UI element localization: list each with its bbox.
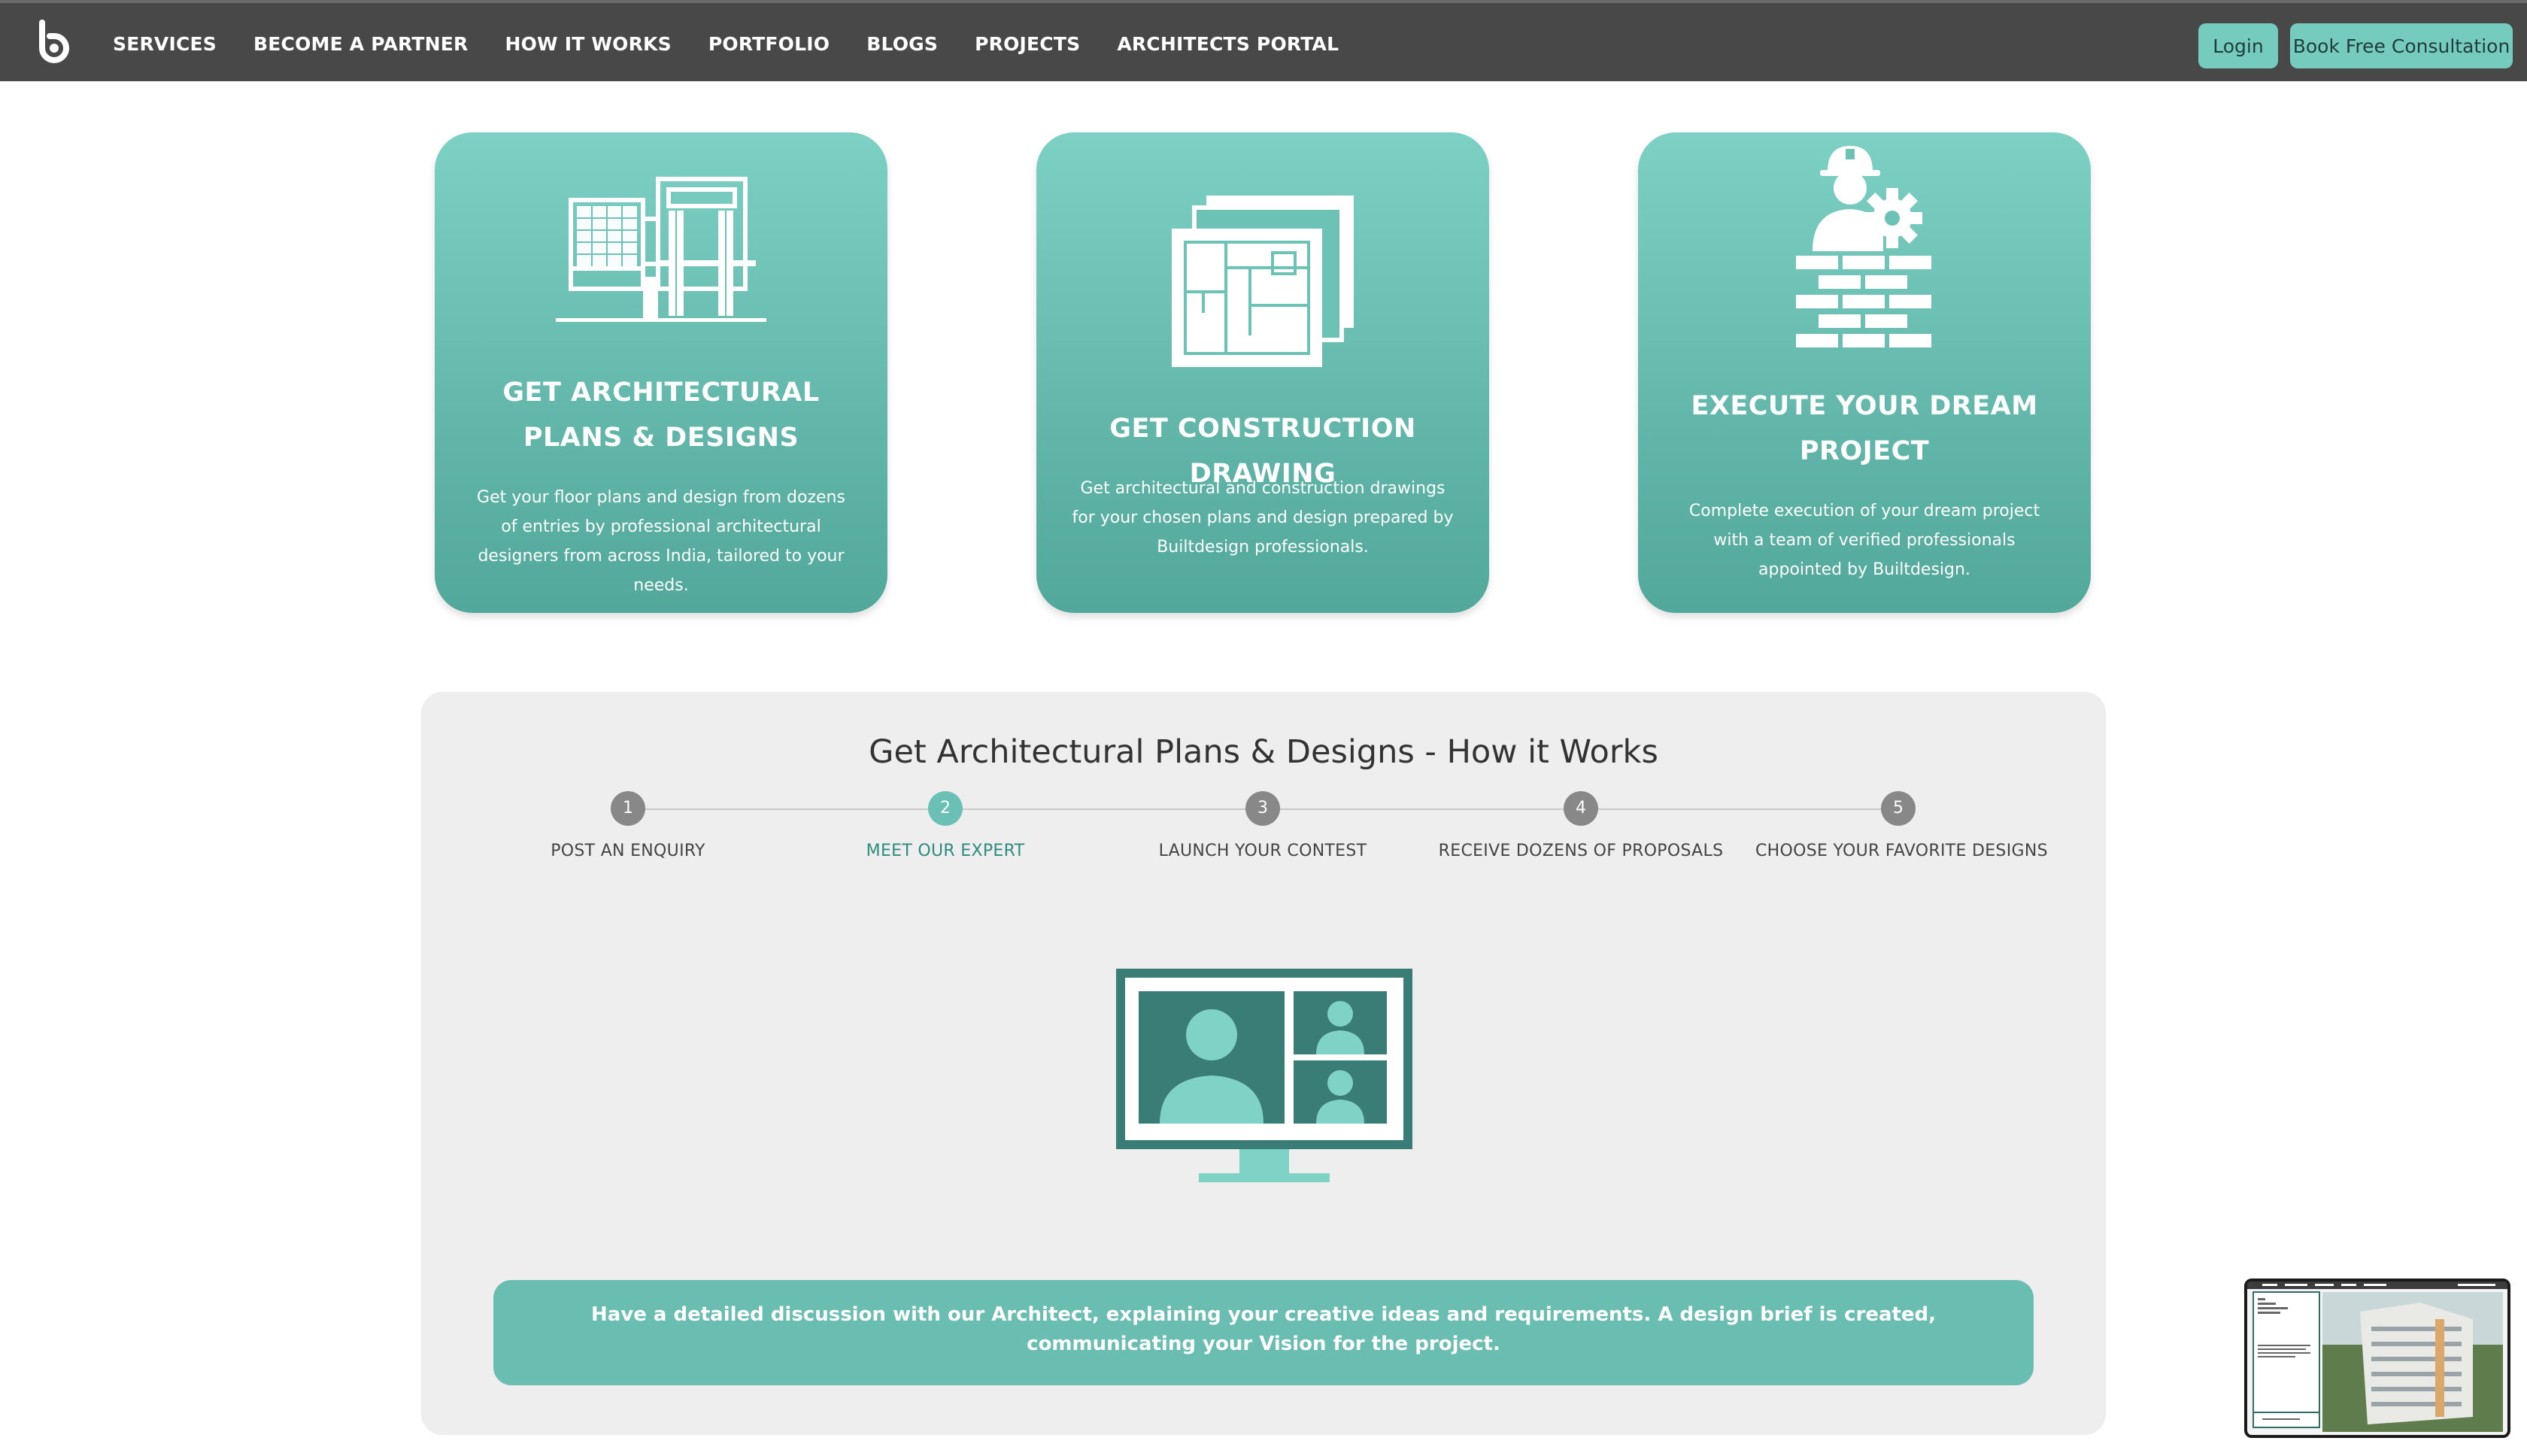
service-card-execute-project[interactable]: EXECUTE YOUR DREAM PROJECT Complete exec…: [1638, 132, 2091, 613]
video-call-monitor-icon: [1116, 969, 1412, 1187]
step-3[interactable]: 3 LAUNCH YOUR CONTEST: [1120, 791, 1406, 860]
book-consultation-button[interactable]: Book Free Consultation: [2290, 23, 2513, 68]
nav-links: SERVICES BECOME A PARTNER HOW IT WORKS P…: [113, 3, 1376, 84]
worker-bricks-icon: [1638, 146, 2091, 350]
step-number: 4: [1564, 791, 1598, 826]
nav-link-architects-portal[interactable]: ARCHITECTS PORTAL: [1117, 33, 1339, 55]
step-label: CHOOSE YOUR FAVORITE DESIGNS: [1755, 842, 2048, 860]
step-label: POST AN ENQUIRY: [551, 842, 705, 860]
card-description: Get your floor plans and design from doz…: [477, 488, 845, 595]
floating-preview-thumbnail[interactable]: [2244, 1279, 2510, 1438]
nav-link-become-a-partner[interactable]: BECOME A PARTNER: [253, 33, 468, 55]
nav-link-portfolio[interactable]: PORTFOLIO: [708, 33, 830, 55]
step-number: 2: [928, 791, 963, 826]
top-navbar: SERVICES BECOME A PARTNER HOW IT WORKS P…: [0, 0, 2527, 81]
nav-link-projects[interactable]: PROJECTS: [975, 33, 1080, 55]
step-description-banner: Have a detailed discussion with our Arch…: [493, 1280, 2034, 1385]
building-plan-icon: [435, 171, 887, 322]
builtdesign-logo-icon[interactable]: [33, 20, 75, 65]
login-button[interactable]: Login: [2198, 23, 2278, 68]
nav-link-blogs[interactable]: BLOGS: [866, 33, 938, 55]
step-1[interactable]: 1 POST AN ENQUIRY: [485, 791, 771, 860]
step-2[interactable]: 2 MEET OUR EXPERT: [802, 791, 1088, 860]
card-title: EXECUTE YOUR DREAM PROJECT: [1691, 391, 2038, 466]
nav-link-how-it-works[interactable]: HOW IT WORKS: [505, 33, 671, 55]
nav-link-services[interactable]: SERVICES: [113, 33, 217, 55]
step-5[interactable]: 5 CHOOSE YOUR FAVORITE DESIGNS: [1755, 791, 2048, 860]
step-number: 3: [1245, 791, 1280, 826]
card-description: Complete execution of your dream project…: [1688, 502, 2040, 579]
card-title: GET ARCHITECTURAL PLANS & DESIGNS: [502, 378, 820, 453]
how-it-works-title: Get Architectural Plans & Designs - How …: [869, 733, 1658, 771]
construction-drawing-icon: [1036, 193, 1489, 370]
step-4[interactable]: 4 RECEIVE DOZENS OF PROPOSALS: [1438, 791, 1724, 860]
step-label: LAUNCH YOUR CONTEST: [1158, 842, 1367, 860]
card-description: Get architectural and construction drawi…: [1072, 479, 1454, 557]
step-number: 5: [1881, 791, 1916, 826]
step-label: RECEIVE DOZENS OF PROPOSALS: [1438, 842, 1724, 860]
step-label: MEET OUR EXPERT: [866, 842, 1025, 860]
step-number: 1: [611, 791, 645, 826]
service-card-architectural-plans[interactable]: GET ARCHITECTURAL PLANS & DESIGNS Get yo…: [435, 132, 887, 613]
service-card-construction-drawing[interactable]: GET CONSTRUCTION DRAWING Get architectur…: [1036, 132, 1489, 613]
how-it-works-panel: Get Architectural Plans & Designs - How …: [421, 692, 2106, 1435]
